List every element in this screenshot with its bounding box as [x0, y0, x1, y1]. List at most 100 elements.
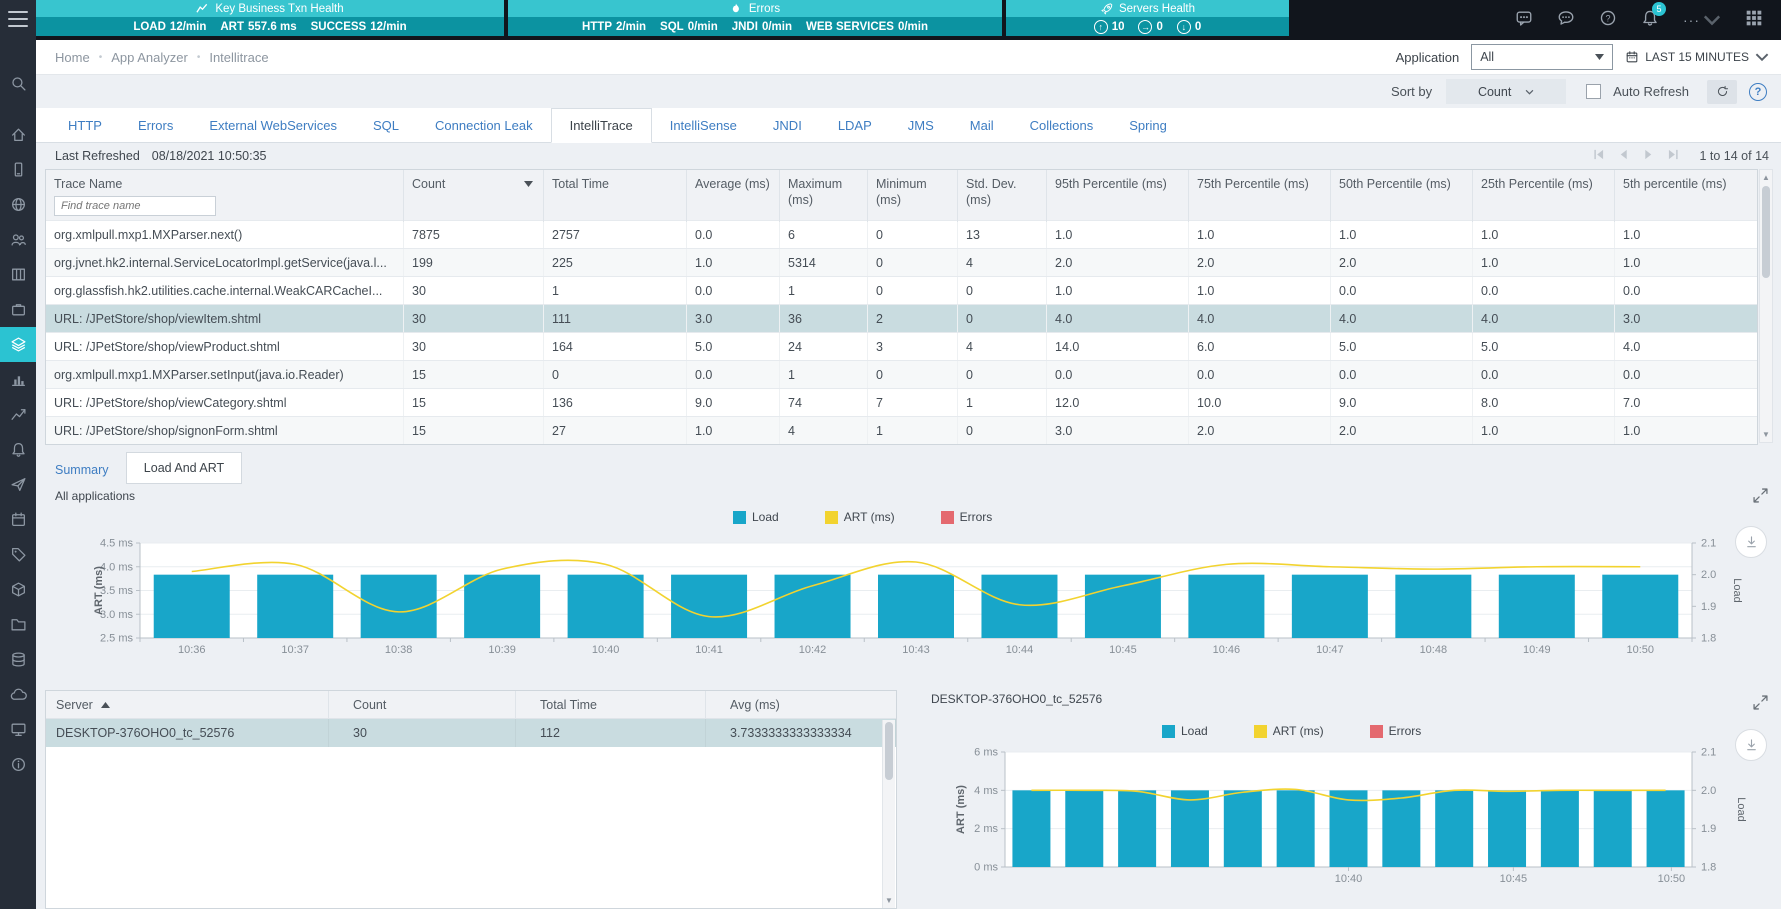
refresh-button[interactable] — [1707, 80, 1737, 104]
tab-spring[interactable]: Spring — [1111, 108, 1185, 142]
feedback-icon[interactable] — [1557, 9, 1575, 32]
column-header-average-ms[interactable]: Average (ms) — [687, 170, 780, 222]
column-header-total-time[interactable]: Total Time — [516, 691, 706, 718]
table-row[interactable]: DESKTOP-376OHO0_tc_52576301123.733333333… — [46, 719, 896, 747]
table-row[interactable]: org.xmlpull.mxp1.MXParser.setInput(java.… — [46, 360, 1757, 388]
trace-table-scrollbar[interactable]: ▲ ▼ — [1759, 169, 1773, 443]
legend-errors[interactable]: Errors — [941, 510, 993, 524]
scroll-down-icon[interactable]: ▼ — [883, 896, 895, 905]
table-row[interactable]: org.jvnet.hk2.internal.ServiceLocatorImp… — [46, 248, 1757, 276]
tab-sql[interactable]: SQL — [355, 108, 417, 142]
sidebar-item-trend[interactable] — [0, 397, 36, 432]
help-button[interactable]: ? — [1749, 83, 1767, 101]
sidebar-item-tag[interactable] — [0, 537, 36, 572]
first-page-button[interactable] — [1593, 147, 1604, 165]
column-header-75th-percentile-ms[interactable]: 75th Percentile (ms) — [1189, 170, 1331, 222]
sidebar-item-briefcase[interactable] — [0, 292, 36, 327]
legend-errors[interactable]: Errors — [1370, 724, 1422, 738]
column-header-95th-percentile-ms[interactable]: 95th Percentile (ms) — [1047, 170, 1189, 222]
tab-external-webservices[interactable]: External WebServices — [191, 108, 355, 142]
application-select[interactable]: All — [1471, 44, 1613, 70]
column-header-count[interactable]: Count — [404, 170, 544, 222]
tab-jndi[interactable]: JNDI — [755, 108, 820, 142]
column-header-total-time[interactable]: Total Time — [544, 170, 687, 222]
column-header-5th-percentile-ms[interactable]: 5th percentile (ms) — [1615, 170, 1757, 222]
tab-intellisense[interactable]: IntelliSense — [652, 108, 755, 142]
expand-chart-icon[interactable] — [1753, 488, 1768, 503]
sidebar-item-home[interactable] — [0, 117, 36, 152]
column-header-maximum-ms[interactable]: Maximum (ms) — [780, 170, 868, 222]
server-table-scrollbar[interactable]: ▼ — [882, 720, 895, 908]
sidebar-item-globe[interactable] — [0, 187, 36, 222]
tab-ldap[interactable]: LDAP — [820, 108, 890, 142]
sidebar-item-info[interactable] — [0, 747, 36, 782]
time-range-select[interactable]: LAST 15 MINUTES — [1625, 50, 1769, 64]
expand-chart-icon[interactable] — [1753, 695, 1768, 710]
download-chart-button[interactable] — [1735, 729, 1767, 761]
help-circle-icon[interactable]: ? — [1599, 9, 1617, 32]
sidebar-item-folder[interactable] — [0, 607, 36, 642]
sidebar-item-mobile[interactable] — [0, 152, 36, 187]
sidebar-item-monitor[interactable] — [0, 712, 36, 747]
table-row[interactable]: URL: /JPetStore/shop/viewProduct.shtml30… — [46, 332, 1757, 360]
sidebar-item-send[interactable] — [0, 467, 36, 502]
sidebar-item-columns[interactable] — [0, 257, 36, 292]
menu-icon[interactable] — [8, 11, 28, 27]
table-row[interactable]: org.xmlpull.mxp1.MXParser.next()78752757… — [46, 220, 1757, 248]
sidebar-item-database[interactable] — [0, 642, 36, 677]
scrollbar-thumb[interactable] — [885, 722, 893, 780]
health-panel-servers-health[interactable]: Servers Health↑10→0↓0 — [1006, 0, 1289, 40]
sidebar-item-package[interactable] — [0, 572, 36, 607]
tab-load-and-art[interactable]: Load And ART — [126, 452, 242, 484]
tab-mail[interactable]: Mail — [952, 108, 1012, 142]
table-row[interactable]: URL: /JPetStore/shop/viewItem.shtml30111… — [46, 304, 1757, 332]
column-header-trace-name[interactable]: Trace Name — [46, 170, 404, 222]
breadcrumb-home[interactable]: Home — [55, 50, 90, 65]
breadcrumb-intellitrace[interactable]: Intellitrace — [209, 50, 268, 65]
tab-summary[interactable]: Summary — [55, 456, 108, 484]
scrollbar-thumb[interactable] — [1762, 186, 1770, 278]
column-header-server[interactable]: Server — [46, 691, 329, 718]
tab-intellitrace[interactable]: IntelliTrace — [551, 108, 652, 143]
auto-refresh-checkbox[interactable] — [1586, 84, 1601, 99]
tab-jms[interactable]: JMS — [890, 108, 952, 142]
more-menu[interactable]: ··· — [1683, 11, 1721, 29]
sidebar-item-bell[interactable] — [0, 432, 36, 467]
download-chart-button[interactable] — [1735, 526, 1767, 558]
legend-art-ms[interactable]: ART (ms) — [825, 510, 895, 524]
health-panel-key-business-txn-health[interactable]: Key Business Txn HealthLOAD12/minART557.… — [36, 0, 504, 40]
column-header-std-dev-ms[interactable]: Std. Dev. (ms) — [958, 170, 1047, 222]
health-panel-errors[interactable]: ErrorsHTTP2/minSQL0/minJNDI0/minWEB SERV… — [508, 0, 1002, 40]
tab-errors[interactable]: Errors — [120, 108, 191, 142]
last-page-button[interactable] — [1668, 147, 1679, 165]
sidebar-item-cloud[interactable] — [0, 677, 36, 712]
legend-load[interactable]: Load — [733, 510, 779, 524]
breadcrumb-app-analyzer[interactable]: App Analyzer — [111, 50, 188, 65]
table-row[interactable]: URL: /JPetStore/shop/viewCategory.shtml1… — [46, 388, 1757, 416]
scroll-down-icon[interactable]: ▼ — [1760, 430, 1772, 439]
tab-collections[interactable]: Collections — [1012, 108, 1112, 142]
sidebar-item-layers[interactable] — [0, 327, 36, 362]
legend-art-ms[interactable]: ART (ms) — [1254, 724, 1324, 738]
column-header-25th-percentile-ms[interactable]: 25th Percentile (ms) — [1473, 170, 1615, 222]
column-header-50th-percentile-ms[interactable]: 50th Percentile (ms) — [1331, 170, 1473, 222]
notifications-bell-icon[interactable]: 5 — [1641, 9, 1659, 32]
sidebar-item-bar-chart[interactable] — [0, 362, 36, 397]
sidebar-item-users[interactable] — [0, 222, 36, 257]
legend-load[interactable]: Load — [1162, 724, 1208, 738]
column-header-count[interactable]: Count — [329, 691, 516, 718]
chat-icon[interactable] — [1515, 9, 1533, 32]
sidebar-item-search[interactable] — [0, 66, 36, 101]
tab-connection-leak[interactable]: Connection Leak — [417, 108, 551, 142]
column-header-avg-ms[interactable]: Avg (ms) — [706, 691, 896, 718]
sort-by-select[interactable]: Count — [1446, 79, 1566, 104]
scroll-up-icon[interactable]: ▲ — [1760, 173, 1772, 182]
column-header-minimum-ms[interactable]: Minimum (ms) — [868, 170, 958, 222]
table-row[interactable]: org.glassfish.hk2.utilities.cache.intern… — [46, 276, 1757, 304]
previous-page-button[interactable] — [1618, 147, 1629, 165]
next-page-button[interactable] — [1643, 147, 1654, 165]
apps-grid-icon[interactable] — [1745, 9, 1763, 32]
table-row[interactable]: URL: /JPetStore/shop/signonForm.shtml152… — [46, 416, 1757, 444]
tab-http[interactable]: HTTP — [50, 108, 120, 142]
trace-filter-input[interactable] — [54, 196, 216, 216]
